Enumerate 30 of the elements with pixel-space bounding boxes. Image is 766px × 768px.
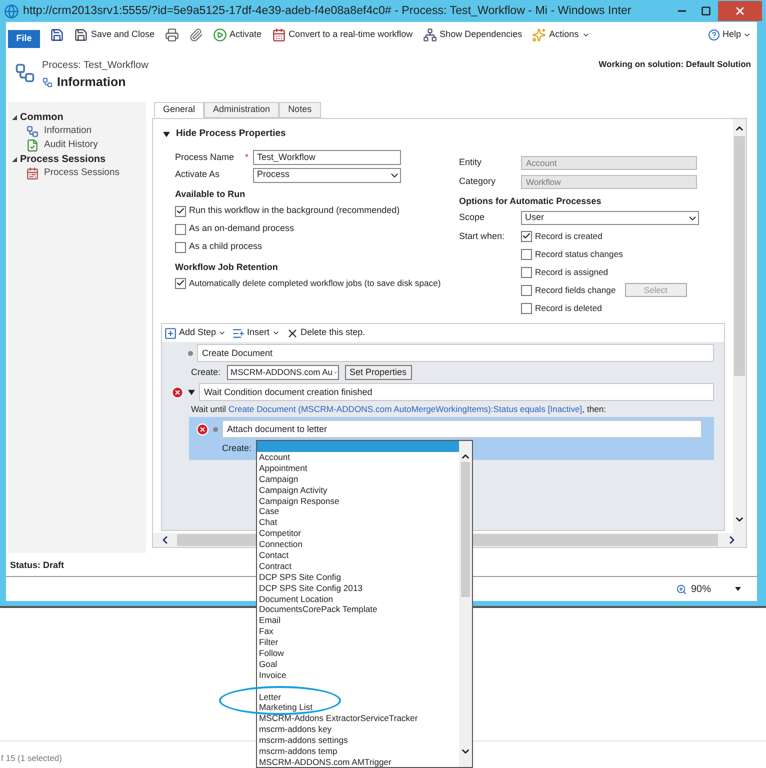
create-label: Create:	[191, 366, 221, 379]
solution-text: Working on solution: Default Solution	[598, 58, 751, 71]
wait-condition-text: Wait until Create Document (MSCRM-ADDONS.com AutoMergeWorkingItems):Status equals [Inactive], then:	[191, 403, 606, 416]
window-title: http://crm2013srv1:5555/?id=5e9a5125-17df-4e39-adeb-f4e08a8ef4c0# - Process: Test_Workflow - Mi - Windows Inter	[22, 3, 632, 20]
field-label: Start when:	[459, 230, 506, 243]
field-label: Entity	[459, 156, 483, 169]
status-text: Status: Draft	[10, 559, 64, 572]
group-heading: Options for Automatic Processes	[459, 195, 602, 208]
field-label: Activate As	[175, 168, 221, 182]
required-mark: *	[245, 150, 249, 164]
checkbox-label: As an on-demand process	[189, 222, 294, 236]
checkbox-label: As a child process	[189, 240, 262, 254]
checkbox-label: Run this workflow in the background (recommended)	[189, 204, 400, 218]
field-label: Category	[459, 174, 497, 188]
breadcrumb: Process: Test_Workflow	[42, 59, 148, 73]
group-heading: Available to Run	[175, 188, 246, 201]
checkbox-label: Record is created	[535, 230, 602, 242]
checkbox-label: Record status changes	[535, 248, 623, 260]
checkbox-label: Record fields change	[535, 284, 616, 296]
field-label: Process Name	[175, 150, 236, 164]
category-field: Workflow	[521, 174, 697, 188]
checkbox-label: Automatically delete completed workflow jobs (to save disk space)	[189, 276, 441, 290]
group-heading: Workflow Job Retention	[175, 261, 279, 274]
entity-field: Account	[521, 156, 697, 170]
page-title: Information	[57, 74, 126, 91]
field-label: Scope	[459, 211, 486, 224]
create-label: Create:	[222, 442, 252, 455]
checkbox-label: Record is assigned	[535, 266, 608, 278]
record-count-text: f 15 (1 selected)	[1, 753, 62, 763]
checkbox-label: Record is deleted	[535, 302, 602, 314]
